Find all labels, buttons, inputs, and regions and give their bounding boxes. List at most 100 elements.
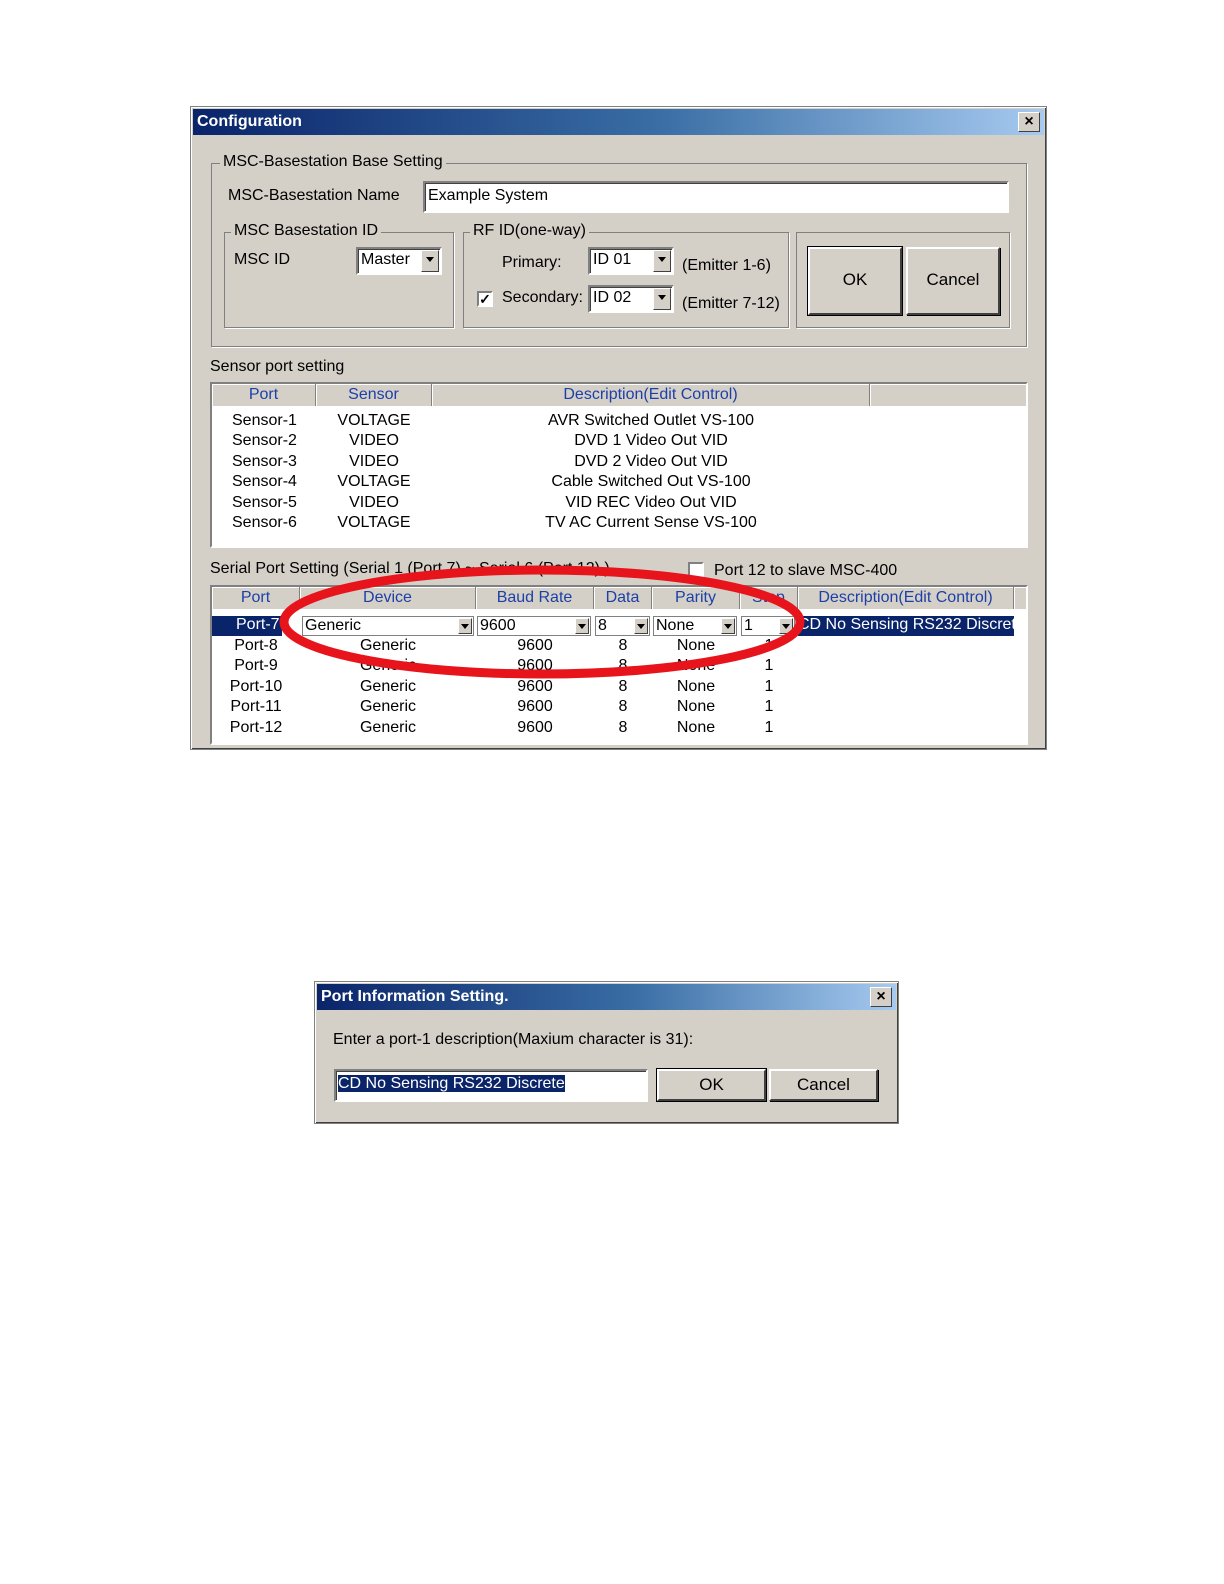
table-row[interactable]: Sensor-4 VOLTAGE Cable Switched Out VS-1…: [212, 473, 1026, 493]
serial-port-cell: Port-12: [229, 719, 283, 736]
serial-header-stop[interactable]: Stop: [740, 587, 798, 609]
ok-button[interactable]: OK: [656, 1068, 767, 1102]
sensor-type-cell: VOLTAGE: [337, 412, 411, 429]
msc-id-value: Master: [361, 251, 410, 268]
action-button-frame: OK Cancel: [796, 232, 1010, 328]
serial-header-baud[interactable]: Baud Rate: [476, 587, 594, 609]
sensor-port-cell: Sensor-4: [232, 473, 297, 490]
sensor-description-cell[interactable]: Cable Switched Out VS-100: [432, 473, 870, 491]
primary-id-select[interactable]: ID 01: [588, 247, 674, 275]
table-row[interactable]: Sensor-3 VIDEO DVD 2 Video Out VID: [212, 453, 1026, 473]
baud-rate-select[interactable]: 9600: [477, 616, 591, 636]
parity-select[interactable]: None: [653, 616, 737, 636]
serial-header-data[interactable]: Data: [594, 587, 652, 609]
table-row[interactable]: Sensor-2 VIDEO DVD 1 Video Out VID: [212, 432, 1026, 452]
serial-port-label: Serial Port Setting (Serial 1 (Port 7) ~…: [210, 560, 610, 577]
chevron-down-icon[interactable]: [721, 618, 735, 634]
serial-device-cell: Generic: [359, 698, 417, 715]
cancel-button[interactable]: Cancel: [769, 1069, 878, 1101]
serial-device-cell: Generic: [359, 637, 417, 654]
serial-header-parity[interactable]: Parity: [652, 587, 740, 609]
serial-stop-cell: 1: [764, 698, 774, 715]
sensor-port-cell: Sensor-2: [232, 432, 297, 449]
serial-baud-cell: 9600: [517, 637, 553, 654]
stop-bits-select[interactable]: 1: [741, 616, 795, 636]
serial-parity-cell: None: [676, 719, 716, 736]
sensor-port-cell: Sensor-6: [232, 514, 297, 531]
table-row-selected[interactable]: Port-7 Generic 9600 8 None 1 CD No Sensi…: [212, 616, 1026, 636]
serial-baud-cell: 9600: [517, 698, 553, 715]
sensor-description-cell[interactable]: VID REC Video Out VID: [432, 494, 870, 512]
sensor-description-cell[interactable]: DVD 2 Video Out VID: [432, 453, 870, 471]
ok-button[interactable]: OK: [807, 246, 903, 316]
cancel-button[interactable]: Cancel: [906, 247, 1000, 315]
basestation-name-input[interactable]: Example System: [423, 181, 1009, 213]
serial-port-cell: Port-8: [234, 637, 278, 654]
secondary-id-select[interactable]: ID 02: [588, 285, 674, 313]
slave-msc-checkbox[interactable]: [688, 562, 704, 578]
serial-parity-cell: None: [676, 698, 716, 715]
chevron-down-icon[interactable]: [634, 618, 648, 634]
sensor-type-cell: VIDEO: [349, 494, 399, 511]
baud-rate-select-value: 9600: [480, 617, 516, 634]
slave-msc-label: Port 12 to slave MSC-400: [714, 562, 898, 579]
configuration-window: Configuration × MSC-Basestation Base Set…: [190, 106, 1047, 750]
serial-stop-cell: 1: [764, 637, 774, 654]
sensor-description-cell[interactable]: DVD 1 Video Out VID: [432, 432, 870, 450]
basestation-id-legend: MSC Basestation ID: [231, 222, 382, 240]
description-input[interactable]: CD No Sensing RS232 Discrete: [334, 1069, 648, 1102]
description-prompt: Enter a port-1 description(Maxium charac…: [333, 1031, 694, 1048]
serial-data-cell: 8: [618, 678, 628, 695]
data-bits-select-value: 8: [598, 617, 607, 634]
chevron-down-icon[interactable]: [653, 288, 671, 310]
sensor-header-description[interactable]: Description(Edit Control): [432, 384, 870, 406]
sensor-description-cell[interactable]: TV AC Current Sense VS-100: [432, 514, 870, 532]
table-row[interactable]: Port-12 Generic 9600 8 None 1: [212, 719, 1026, 739]
dialog-title: Port Information Setting.: [321, 988, 509, 1005]
sensor-description-cell[interactable]: AVR Switched Outlet VS-100: [432, 412, 870, 430]
serial-device-cell: Generic: [359, 678, 417, 695]
primary-label: Primary:: [502, 254, 562, 271]
window-title: Configuration: [197, 113, 302, 130]
serial-data-cell: 8: [618, 657, 628, 674]
sensor-type-cell: VIDEO: [349, 453, 399, 470]
serial-baud-cell: 9600: [517, 657, 553, 674]
chevron-down-icon[interactable]: [653, 250, 671, 272]
serial-header-device[interactable]: Device: [300, 587, 476, 609]
basestation-id-group: MSC Basestation ID MSC ID Master: [224, 222, 454, 328]
primary-id-value: ID 01: [593, 251, 632, 268]
table-row[interactable]: Sensor-1 VOLTAGE AVR Switched Outlet VS-…: [212, 412, 1026, 432]
msc-id-select[interactable]: Master: [356, 247, 442, 275]
sensor-port-list[interactable]: Port Sensor Description(Edit Control) Se…: [210, 382, 1028, 548]
data-bits-select[interactable]: 8: [595, 616, 650, 636]
table-row[interactable]: Port-11 Generic 9600 8 None 1: [212, 698, 1026, 718]
chevron-down-icon[interactable]: [779, 618, 793, 634]
chevron-down-icon[interactable]: [458, 618, 472, 634]
serial-header-port[interactable]: Port: [212, 587, 300, 609]
serial-description-cell[interactable]: CD No Sensing RS232 Discrete: [798, 616, 1014, 634]
table-row[interactable]: Port-8 Generic 9600 8 None 1: [212, 637, 1026, 657]
chevron-down-icon[interactable]: [421, 250, 439, 272]
serial-port-list[interactable]: Port Device Baud Rate Data Parity Stop D…: [210, 585, 1028, 745]
sensor-header-port[interactable]: Port: [212, 384, 316, 406]
secondary-checkbox[interactable]: ✓: [477, 291, 493, 307]
chevron-down-icon[interactable]: [575, 618, 589, 634]
title-bar: Configuration: [193, 109, 1044, 135]
close-icon[interactable]: ×: [1018, 112, 1040, 132]
device-select-value: Generic: [305, 617, 362, 634]
table-row[interactable]: Sensor-5 VIDEO VID REC Video Out VID: [212, 494, 1026, 514]
serial-port-cell: Port-9: [234, 657, 278, 674]
sensor-type-cell: VOLTAGE: [337, 514, 411, 531]
selection-highlight-description: CD No Sensing RS232 Discrete: [798, 616, 1014, 636]
serial-stop-cell: 1: [764, 678, 774, 695]
serial-device-cell: Generic: [359, 719, 417, 736]
device-select[interactable]: Generic: [302, 616, 474, 636]
table-row[interactable]: Sensor-6 VOLTAGE TV AC Current Sense VS-…: [212, 514, 1026, 534]
table-row[interactable]: Port-9 Generic 9600 8 None 1: [212, 657, 1026, 677]
sensor-header-sensor[interactable]: Sensor: [316, 384, 432, 406]
sensor-port-cell: Sensor-5: [232, 494, 297, 511]
rf-id-group: RF ID(one-way) Primary: ID 01 (Emitter 1…: [463, 222, 789, 328]
table-row[interactable]: Port-10 Generic 9600 8 None 1: [212, 678, 1026, 698]
serial-header-description[interactable]: Description(Edit Control): [798, 587, 1014, 609]
close-icon[interactable]: ×: [870, 987, 892, 1007]
